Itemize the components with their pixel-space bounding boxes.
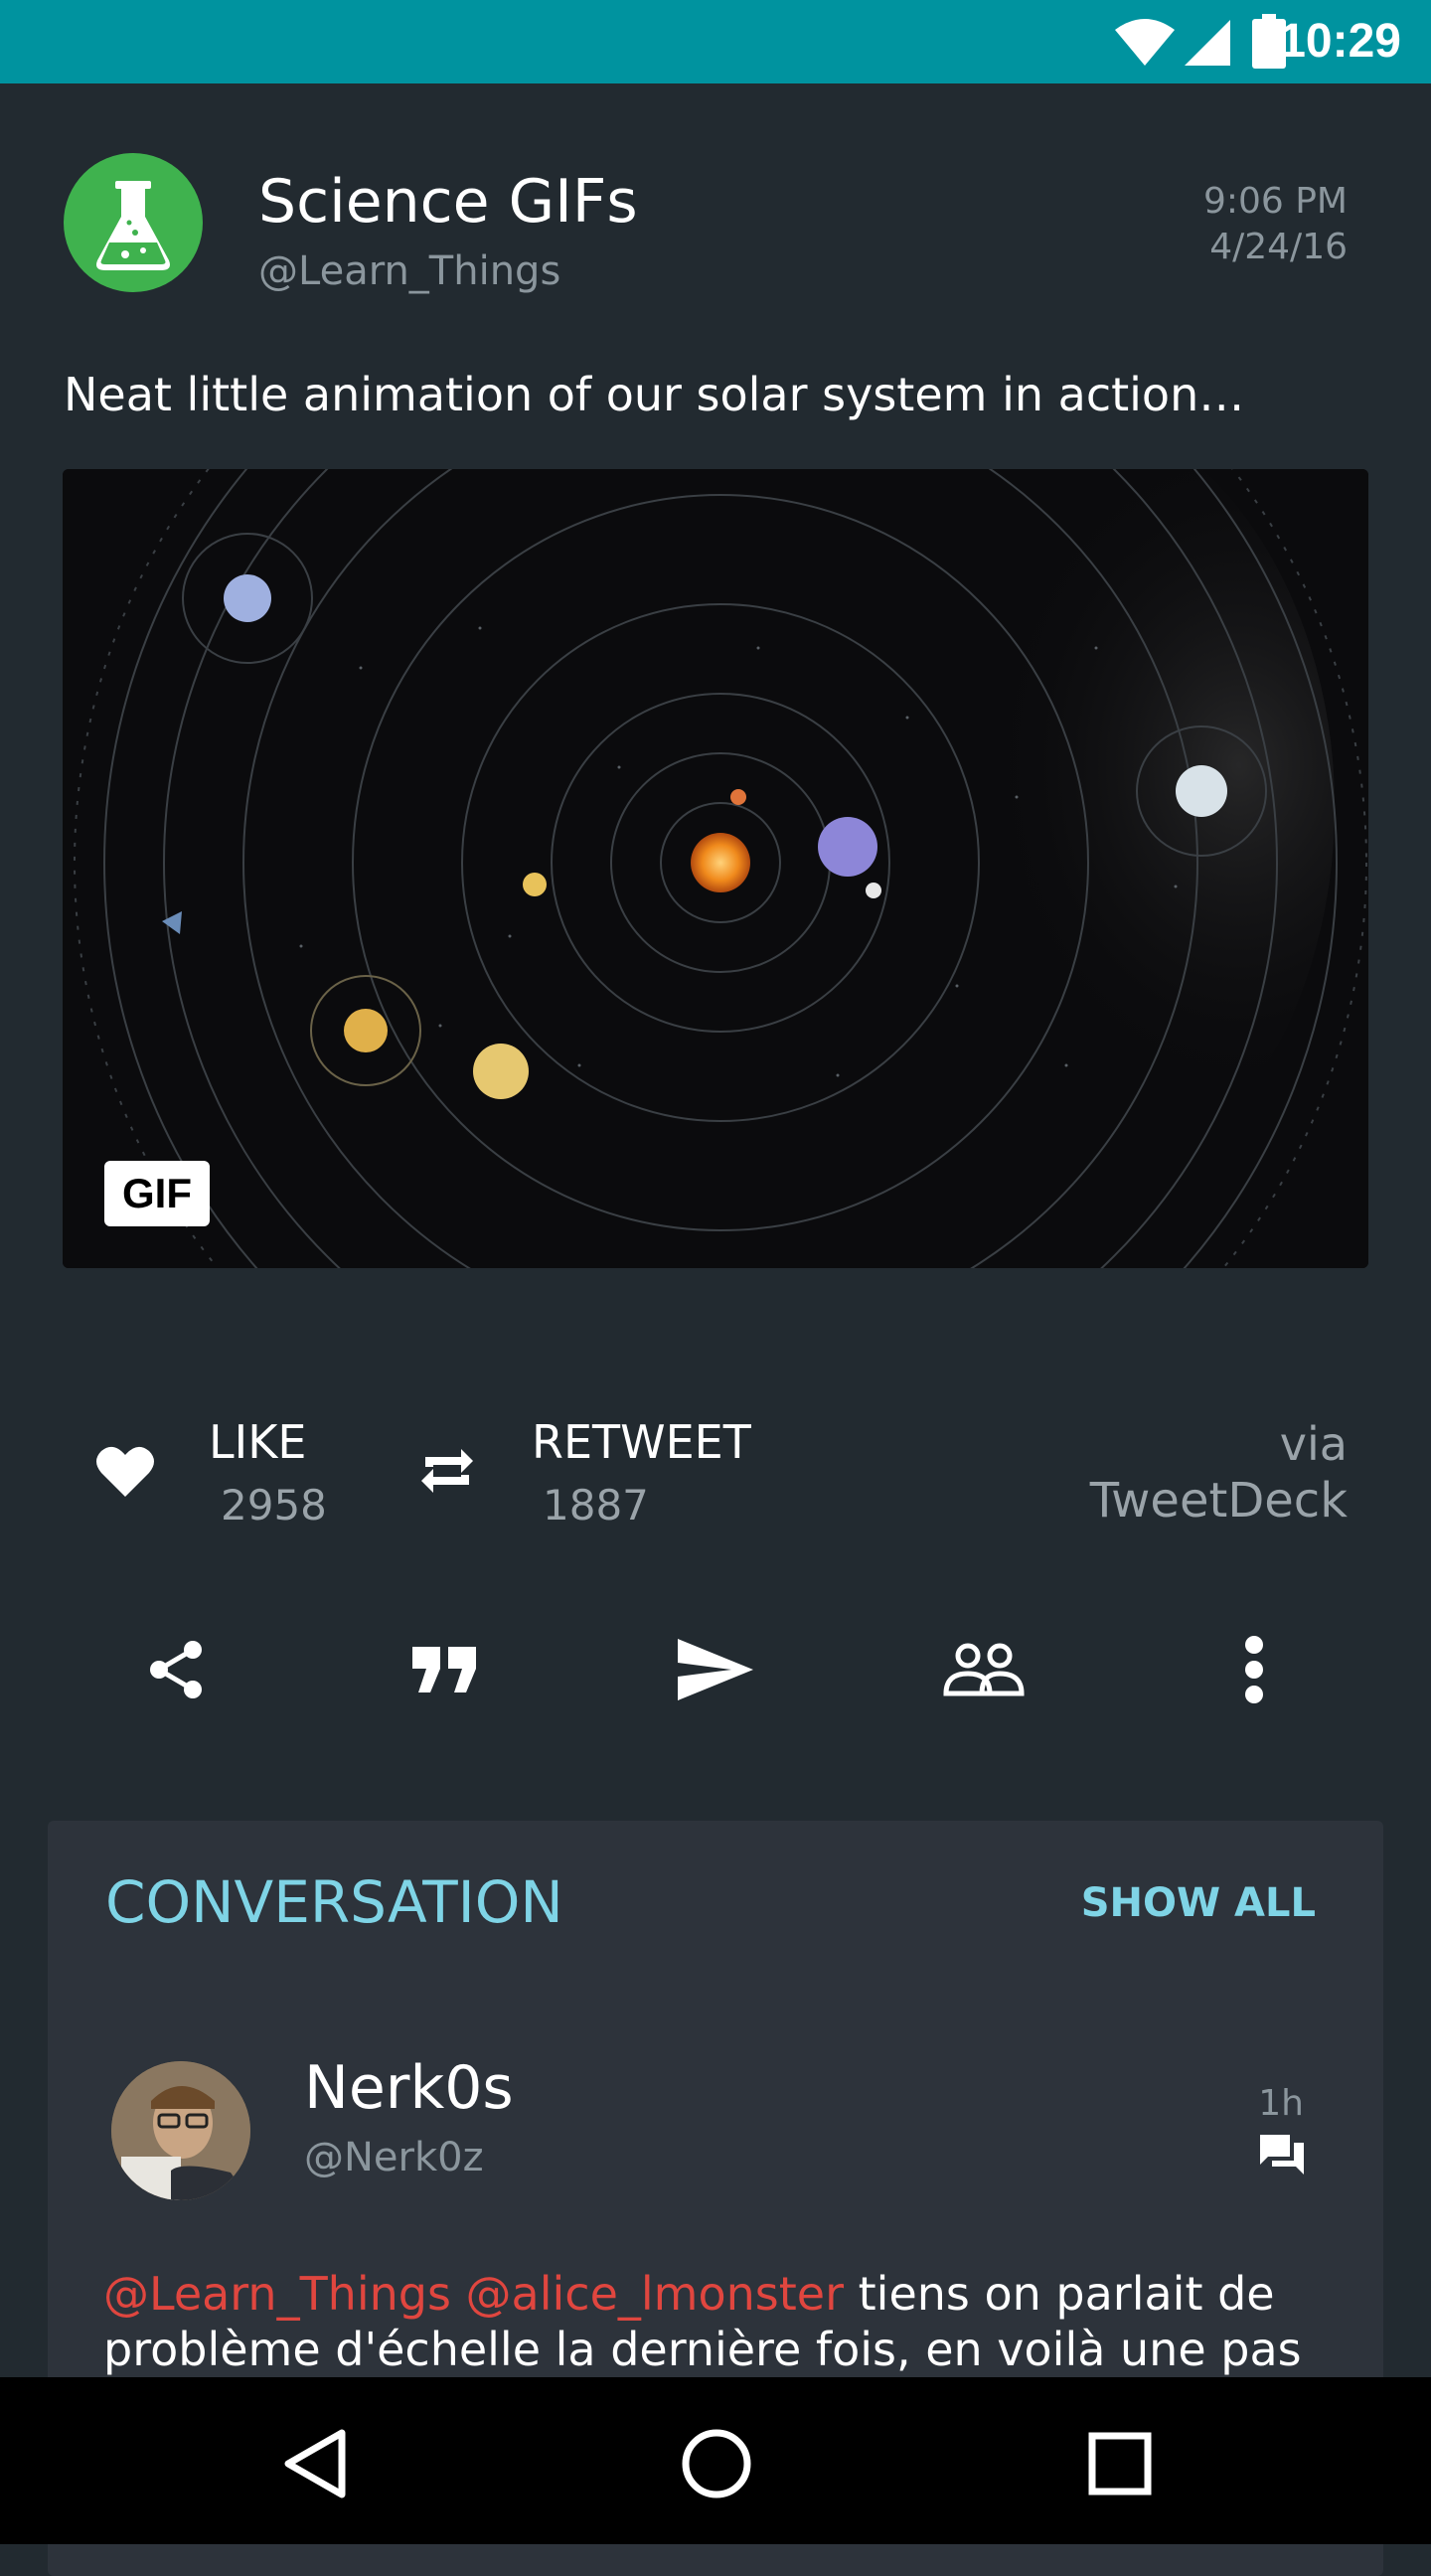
reply-avatar-photo [111,2061,250,2200]
via-label: via [1279,1417,1348,1471]
tweet-time: 9:06 PM [1202,181,1348,222]
gif-badge: GIF [104,1161,210,1226]
retweet-icon[interactable] [415,1439,479,1503]
recents-button[interactable] [1065,2409,1175,2518]
send-icon [678,1639,753,1700]
heart-icon[interactable] [95,1443,155,1499]
tweet-text: Neat little animation of our solar syste… [64,368,1245,421]
author-handle[interactable]: @Learn_Things [258,248,560,294]
signal-icon [1185,20,1230,66]
tweet-date: 4/24/16 [1209,227,1348,267]
quote-button[interactable] [396,1620,495,1719]
conversation-title: CONVERSATION [105,1868,563,1936]
more-button[interactable] [1204,1620,1304,1719]
author-avatar[interactable] [64,153,203,292]
like-label[interactable]: LIKE [209,1415,306,1469]
show-all-button[interactable]: SHOW ALL [1081,1880,1316,1926]
status-time: 10:29 [1279,15,1401,68]
home-icon [682,2429,751,2498]
reply-author-handle[interactable]: @Nerk0z [304,2135,484,2180]
share-button[interactable] [127,1620,227,1719]
flask-icon [96,181,170,270]
wifi-icon [1115,19,1175,66]
status-bar: 10:29 [0,0,1431,83]
reply-time: 1h [1258,2083,1304,2124]
solar-system-image [63,469,1368,1268]
people-button[interactable] [934,1620,1034,1719]
back-icon [284,2429,346,2498]
reply-mention-learn-things[interactable]: @Learn_Things [103,2267,451,2321]
more-icon [1245,1636,1263,1703]
reply-mention-alice[interactable]: @alice_lmonster [466,2267,844,2321]
tweet-media-gif[interactable]: GIF [63,469,1368,1268]
retweet-count: 1887 [543,1481,649,1530]
send-button[interactable] [666,1620,765,1719]
reply-avatar[interactable] [111,2061,250,2200]
reply-author-name[interactable]: Nerk0s [304,2053,514,2123]
tweet-timestamp: 9:06 PM 4/24/16 [1203,179,1348,270]
conversation-icon [1260,2135,1304,2174]
recents-icon [1088,2432,1152,2496]
author-name[interactable]: Science GIFs [258,167,638,237]
like-count: 2958 [221,1481,327,1530]
via-source[interactable]: TweetDeck [1090,1473,1348,1529]
home-button[interactable] [662,2409,771,2518]
retweet-label[interactable]: RETWEET [532,1415,751,1469]
quote-icon [412,1647,476,1692]
back-button[interactable] [260,2409,370,2518]
people-icon [943,1643,1025,1696]
share-icon [150,1641,202,1698]
